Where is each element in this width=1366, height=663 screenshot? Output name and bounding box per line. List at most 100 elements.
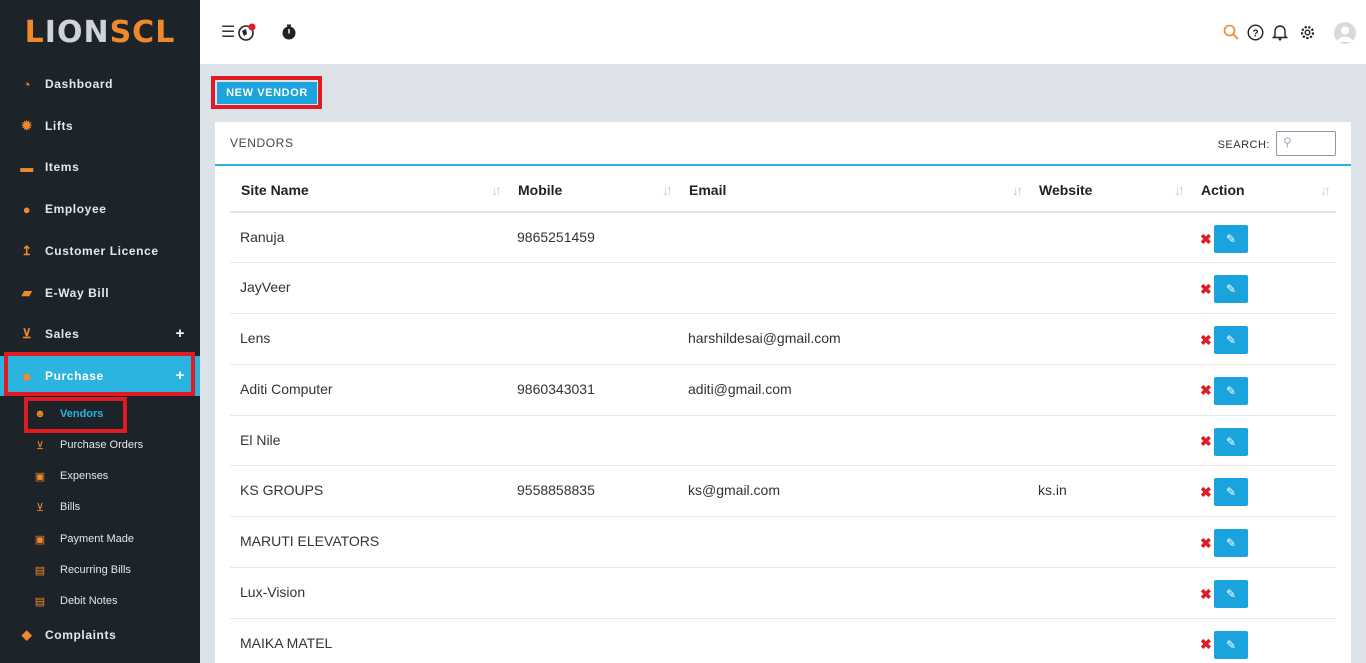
cart-icon: ⊻ xyxy=(35,501,45,514)
expand-icon[interactable]: + xyxy=(176,367,185,384)
edit-button[interactable]: ✎ xyxy=(1214,580,1248,609)
delete-icon[interactable]: ✖ xyxy=(1200,586,1214,603)
column-header-action[interactable]: Action ↓↑ xyxy=(1190,168,1336,213)
sidebar-subitem-bills[interactable]: ⊻ Bills xyxy=(0,493,200,521)
sidebar-item-items[interactable]: ▬ Items xyxy=(0,147,200,187)
edit-button[interactable]: ✎ xyxy=(1214,478,1248,507)
menu-toggle-icon[interactable]: ☰ xyxy=(218,22,238,42)
expand-icon[interactable]: + xyxy=(176,325,185,342)
cell-mobile xyxy=(507,313,678,365)
sidebar-item-dashboard[interactable]: ◔ Dashboard xyxy=(0,64,200,104)
sidebar-item-label: E-Way Bill xyxy=(45,286,110,300)
edit-button[interactable]: ✎ xyxy=(1214,376,1248,405)
delete-icon[interactable]: ✖ xyxy=(1200,433,1214,450)
sort-icon[interactable]: ↓↑ xyxy=(491,182,502,198)
delete-icon[interactable]: ✖ xyxy=(1200,636,1214,653)
sidebar-subitem-expenses[interactable]: ▣ Expenses xyxy=(0,462,200,490)
avatar[interactable] xyxy=(1334,22,1356,44)
cell-site: Aditi Computer xyxy=(230,364,507,416)
delete-icon[interactable]: ✖ xyxy=(1200,281,1214,298)
file-icon: ▤ xyxy=(34,564,46,577)
cell-action: ✖ ✎ xyxy=(1190,465,1336,518)
dashboard-icon: ◔ xyxy=(22,76,32,92)
vendors-table: Site Name ↓↑ Mobile ↓↑ Email ↓↑ Website ↓↑ A… xyxy=(230,168,1336,663)
sidebar-subitem-vendors[interactable]: ☻ Vendors xyxy=(0,400,200,428)
cell-email xyxy=(678,567,1028,619)
table-row: MAIKA MATEL ✖ ✎ xyxy=(230,618,1336,663)
cell-action: ✖ ✎ xyxy=(1190,567,1336,619)
sort-icon[interactable]: ↓↑ xyxy=(1174,182,1185,198)
cell-email xyxy=(678,415,1028,467)
table-header-row: Site Name ↓↑ Mobile ↓↑ Email ↓↑ Website ↓↑ A… xyxy=(230,168,1336,213)
tag-icon: ◆ xyxy=(21,627,33,642)
panel-header: VENDORS SEARCH: ⚲ xyxy=(215,122,1351,166)
cell-site: MAIKA MATEL xyxy=(230,618,507,663)
sidebar-subitem-recurring-bills[interactable]: ▤ Recurring Bills xyxy=(0,556,200,584)
delete-icon[interactable]: ✖ xyxy=(1200,535,1214,552)
sort-icon[interactable]: ↓↑ xyxy=(1012,182,1023,198)
gear-icon: ✹ xyxy=(21,118,33,133)
bell-icon[interactable] xyxy=(1270,22,1290,42)
sidebar-subitem-purchase-orders[interactable]: ⊻ Purchase Orders xyxy=(0,431,200,459)
cart-icon: ⊻ xyxy=(35,439,45,452)
table-row: KS GROUPS 9558858835 ks@gmail.com ks.in ✖ ✎ xyxy=(230,465,1336,518)
column-header-email[interactable]: Email ↓↑ xyxy=(678,168,1028,213)
cell-website xyxy=(1028,212,1190,264)
cell-action: ✖ ✎ xyxy=(1190,415,1336,467)
help-icon[interactable]: ? xyxy=(1245,22,1265,42)
sidebar-item-customer-licence[interactable]: ↥ Customer Licence xyxy=(0,231,200,271)
file-icon: ▤ xyxy=(34,595,46,608)
search-icon[interactable] xyxy=(1221,22,1241,42)
edit-button[interactable]: ✎ xyxy=(1214,275,1248,304)
cell-site: Ranuja xyxy=(230,212,507,264)
sidebar-subitem-payment-made[interactable]: ▣ Payment Made xyxy=(0,525,200,553)
edit-button[interactable]: ✎ xyxy=(1214,427,1248,456)
truck-icon: ▰ xyxy=(21,285,33,300)
sidebar-item-purchase[interactable]: ■ Purchase + xyxy=(0,356,200,396)
cell-mobile xyxy=(507,516,678,569)
edit-button[interactable]: ✎ xyxy=(1214,630,1248,659)
sidebar-item-eway-bill[interactable]: ▰ E-Way Bill xyxy=(0,273,200,313)
globe-notification-icon[interactable] xyxy=(237,22,257,42)
sidebar-item-label: Complaints xyxy=(45,628,117,642)
sidebar-item-sales[interactable]: ⊻ Sales + xyxy=(0,314,200,354)
cell-mobile xyxy=(507,567,678,619)
app-logo[interactable]: LIONSCL xyxy=(0,0,200,64)
table-row: Lux-Vision ✖ ✎ xyxy=(230,567,1336,619)
column-header-mobile[interactable]: Mobile ↓↑ xyxy=(507,168,678,213)
cell-mobile: 9860343031 xyxy=(507,364,678,416)
sidebar-subitem-label: Expenses xyxy=(60,470,109,482)
sidebar-item-employee[interactable]: ● Employee xyxy=(0,189,200,229)
sidebar-item-complaints[interactable]: ◆ Complaints xyxy=(0,615,200,655)
cell-email xyxy=(678,516,1028,569)
top-bar: ☰ ? xyxy=(200,0,1366,64)
cell-site: El Nile xyxy=(230,415,507,467)
cell-action: ✖ ✎ xyxy=(1190,618,1336,663)
cell-site: MARUTI ELEVATORS xyxy=(230,516,507,569)
delete-icon[interactable]: ✖ xyxy=(1200,332,1214,349)
settings-gear-icon[interactable] xyxy=(1297,22,1317,42)
sort-icon[interactable]: ↓↑ xyxy=(1320,182,1331,198)
edit-button[interactable]: ✎ xyxy=(1214,225,1248,253)
sidebar-item-lifts[interactable]: ✹ Lifts xyxy=(0,106,200,146)
clock-icon[interactable] xyxy=(279,22,299,42)
sidebar-subitem-label: Recurring Bills xyxy=(60,564,131,576)
column-header-site-name[interactable]: Site Name ↓↑ xyxy=(230,168,507,213)
edit-button[interactable]: ✎ xyxy=(1214,529,1248,558)
sort-icon[interactable]: ↓↑ xyxy=(662,182,673,198)
search-input[interactable]: ⚲ xyxy=(1276,131,1336,156)
table-row: Lens harshildesai@gmail.com ✖ ✎ xyxy=(230,313,1336,365)
new-vendor-button[interactable]: NEW VENDOR xyxy=(217,82,317,104)
edit-button[interactable]: ✎ xyxy=(1214,326,1248,355)
logo-text: LIONSCL xyxy=(24,14,176,50)
cell-action: ✖ ✎ xyxy=(1190,212,1336,264)
cell-mobile: 9558858835 xyxy=(507,465,678,518)
delete-icon[interactable]: ✖ xyxy=(1200,484,1214,501)
column-header-website[interactable]: Website ↓↑ xyxy=(1028,168,1190,213)
sidebar-subitem-debit-notes[interactable]: ▤ Debit Notes xyxy=(0,587,200,615)
money-icon: ▣ xyxy=(34,533,46,546)
delete-icon[interactable]: ✖ xyxy=(1200,231,1214,248)
delete-icon[interactable]: ✖ xyxy=(1200,382,1214,399)
cell-mobile xyxy=(507,618,678,663)
cell-site: JayVeer xyxy=(230,262,507,315)
